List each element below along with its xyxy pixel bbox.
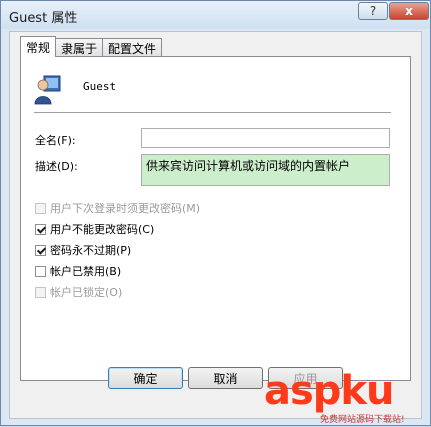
checkbox-label: 帐户已锁定(O) [50, 286, 123, 299]
checkbox-box[interactable] [35, 265, 46, 277]
checkbox-box[interactable] [35, 202, 46, 214]
checkbox-account-locked[interactable]: 帐户已锁定(O) [35, 284, 122, 300]
checkbox-label: 帐户已禁用(B) [50, 265, 122, 278]
fullname-input[interactable] [141, 128, 390, 148]
help-button[interactable]: ? [358, 2, 388, 20]
tab-member-of[interactable]: 隶属于 [55, 38, 104, 57]
properties-dialog: Guest 属性 ? x 常规 隶属于 配置文件 Guest 全名(F): 描述… [0, 0, 431, 426]
title-bar[interactable]: Guest 属性 ? x [1, 1, 430, 29]
close-icon: x [405, 4, 413, 18]
tab-profile[interactable]: 配置文件 [102, 38, 163, 57]
tab-general[interactable]: 常规 [20, 36, 57, 57]
tab-strip: 常规 隶属于 配置文件 [20, 36, 163, 57]
watermark-brand: aspku [264, 368, 395, 414]
checkbox-label: 用户下次登录时须更改密码(M) [50, 202, 201, 215]
watermark: aspku 免费网站源码下载站! [264, 371, 431, 427]
watermark-tagline: 免费网站源码下载站! [320, 415, 405, 425]
help-icon: ? [369, 4, 377, 18]
general-panel: Guest 全名(F): 描述(D): 供来宾访问计算机或访问域的内置帐户 用户… [20, 56, 411, 381]
divider [34, 112, 391, 114]
checkbox-label: 密码永不过期(P) [50, 244, 132, 257]
user-name: Guest [83, 80, 117, 93]
checkbox-cannot-change-password[interactable]: 用户不能更改密码(C) [35, 221, 154, 237]
dialog-client: 常规 隶属于 配置文件 Guest 全名(F): 描述(D): 供来宾访问计算机… [9, 31, 422, 419]
description-label: 描述(D): [35, 160, 78, 173]
checkbox-label: 用户不能更改密码(C) [50, 223, 155, 236]
checkbox-account-disabled[interactable]: 帐户已禁用(B) [35, 263, 121, 279]
checkbox-must-change-password[interactable]: 用户下次登录时须更改密码(M) [35, 200, 200, 216]
window-title: Guest 属性 [9, 11, 78, 26]
user-account-icon [34, 75, 61, 105]
checkbox-box[interactable] [35, 286, 46, 298]
close-button[interactable]: x [389, 2, 429, 20]
checkbox-box[interactable] [35, 223, 46, 235]
checkbox-box[interactable] [35, 244, 46, 256]
description-input[interactable]: 供来宾访问计算机或访问域的内置帐户 [141, 154, 390, 186]
ok-button[interactable]: 确定 [108, 367, 183, 389]
cancel-button[interactable]: 取消 [188, 367, 263, 389]
fullname-label: 全名(F): [35, 134, 76, 147]
checkbox-password-never-expires[interactable]: 密码永不过期(P) [35, 242, 131, 258]
